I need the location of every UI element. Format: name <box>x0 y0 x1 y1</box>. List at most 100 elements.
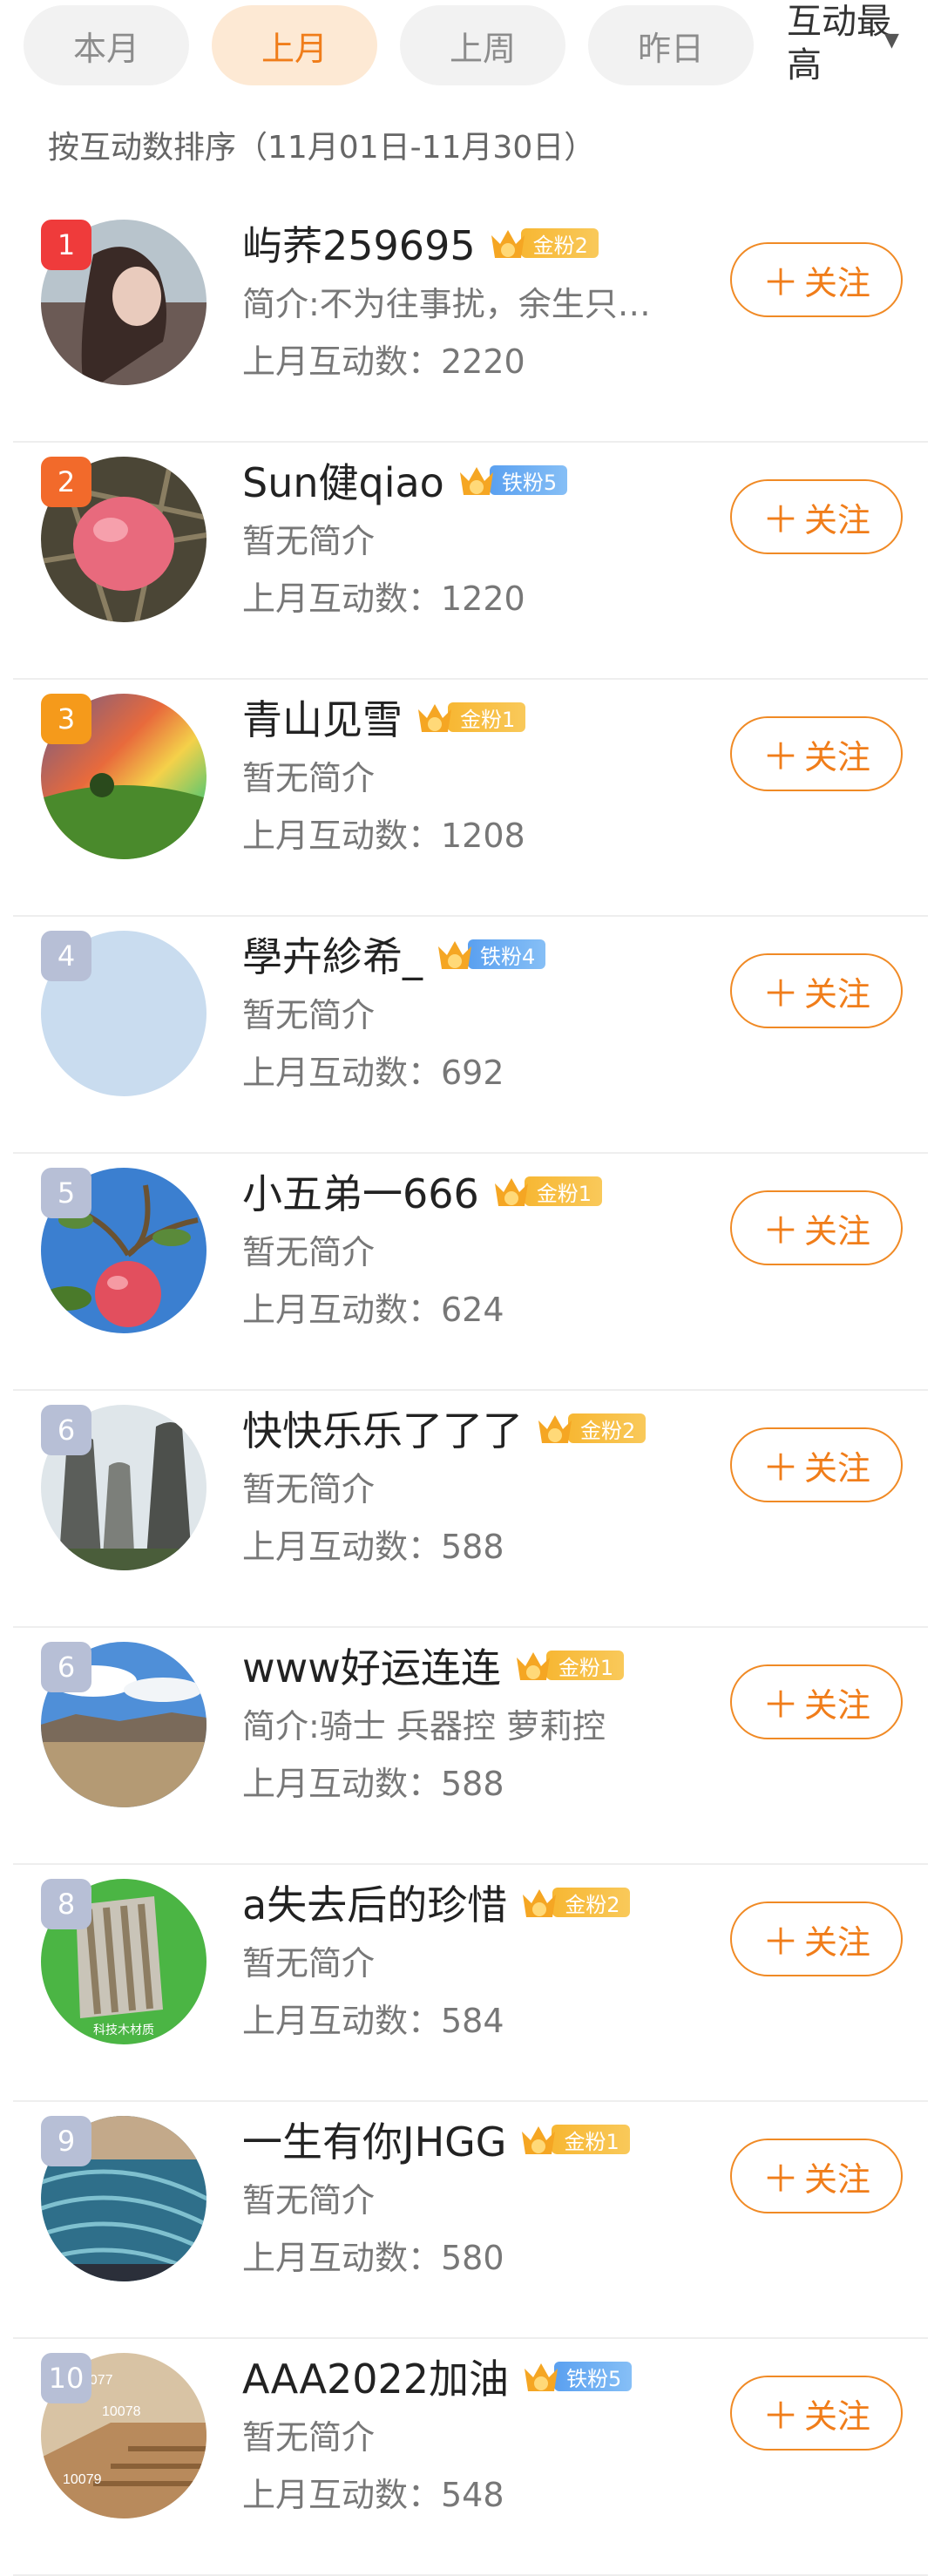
list-item[interactable]: 5 小五弟一666 金粉1 暂无简介 上月互动数：624 ＋关注 <box>0 1154 941 1391</box>
user-name[interactable]: 小五弟一666 金粉1 <box>242 1163 603 1220</box>
crown-icon <box>523 1889 557 1917</box>
follow-label: 关注 <box>804 1211 871 1251</box>
list-item[interactable]: 6 快快乐乐了了了 金粉2 暂无简介 上月互动数：588 ＋关注 <box>0 1391 941 1628</box>
follow-label: 关注 <box>804 500 871 539</box>
rank-badge: 9 <box>41 2116 91 2166</box>
avatar-caption: 科技木材质 <box>93 2023 154 2037</box>
avatar-caption: 10078 <box>102 2404 141 2419</box>
user-intro: 暂无简介 <box>242 2181 376 2220</box>
tab-yesterday[interactable]: 昨日 <box>588 5 754 85</box>
rank-badge: 4 <box>41 931 91 981</box>
user-name[interactable]: www好运连连 金粉1 <box>242 1637 625 1694</box>
tab-last-month[interactable]: 上月 <box>212 5 377 85</box>
user-intro: 简介:不为往事扰，余生只… <box>242 285 651 323</box>
follow-label: 关注 <box>804 2159 871 2199</box>
follow-button[interactable]: ＋关注 <box>730 2376 903 2451</box>
user-name[interactable]: Sun健qiao 铁粉5 <box>242 451 568 509</box>
interaction-count: 上月互动数：584 <box>242 2002 504 2040</box>
user-name-text: 小五弟一666 <box>242 1170 479 1217</box>
user-name-text: www好运连连 <box>242 1644 501 1691</box>
follow-label: 关注 <box>804 263 871 302</box>
crown-icon <box>418 704 451 732</box>
fan-level-label: 铁粉4 <box>468 939 546 969</box>
interaction-count: 上月互动数：1208 <box>242 817 525 855</box>
follow-button[interactable]: ＋关注 <box>730 1190 903 1265</box>
list-item[interactable]: 1 屿荞259695 金粉2 简介:不为往事扰，余生只… 上月互动数：2220 … <box>0 206 941 443</box>
user-intro: 暂无简介 <box>242 996 376 1034</box>
user-name-text: AAA2022加油 <box>242 2356 510 2403</box>
follow-button[interactable]: ＋关注 <box>730 953 903 1028</box>
follow-button[interactable]: ＋关注 <box>730 1664 903 1739</box>
fan-level-label: 铁粉5 <box>489 465 568 495</box>
sort-subtitle: 按互动数排序（11月01日-11月30日） <box>48 130 596 166</box>
user-intro: 简介:骑士 兵器控 萝莉控 <box>242 1707 606 1746</box>
follow-button[interactable]: ＋关注 <box>730 1901 903 1976</box>
rank-badge: 6 <box>41 1405 91 1455</box>
avatar-caption: 10079 <box>63 2472 102 2487</box>
follow-label: 关注 <box>804 737 871 776</box>
follow-button[interactable]: ＋关注 <box>730 716 903 791</box>
user-name[interactable]: 一生有你JHGG 金粉1 <box>242 2111 630 2168</box>
user-intro: 暂无简介 <box>242 2418 376 2457</box>
list-item[interactable]: 科技木材质 8 a失去后的珍惜 金粉2 暂无简介 上月互动数：584 ＋关注 <box>0 1865 941 2102</box>
sort-dropdown[interactable]: 互动最高 ▼ <box>780 0 941 96</box>
interaction-count: 上月互动数：2220 <box>242 342 525 381</box>
user-name[interactable]: AAA2022加油 铁粉5 <box>242 2348 633 2405</box>
crown-icon <box>516 1652 550 1680</box>
list-item[interactable]: 4 學卉紾希_ 铁粉4 暂无简介 上月互动数：692 ＋关注 <box>0 917 941 1154</box>
plus-icon: ＋ <box>762 2157 799 2200</box>
user-intro: 暂无简介 <box>242 759 376 797</box>
user-name-text: Sun健qiao <box>242 459 444 506</box>
follow-button[interactable]: ＋关注 <box>730 479 903 554</box>
list-item[interactable]: 6 www好运连连 金粉1 简介:骑士 兵器控 萝莉控 上月互动数：588 ＋关… <box>0 1628 941 1865</box>
interaction-count: 上月互动数：1220 <box>242 580 525 618</box>
plus-icon: ＋ <box>762 1683 799 1726</box>
user-name[interactable]: 學卉紾希_ 铁粉4 <box>242 925 546 983</box>
interaction-count: 上月互动数：624 <box>242 1291 504 1329</box>
crown-icon <box>525 2363 559 2391</box>
fan-level-badge: 铁粉5 <box>457 463 568 498</box>
user-name[interactable]: a失去后的珍惜 金粉2 <box>242 1874 631 1931</box>
follow-button[interactable]: ＋关注 <box>730 2139 903 2213</box>
follow-label: 关注 <box>804 1922 871 1962</box>
follow-button[interactable]: ＋关注 <box>730 242 903 317</box>
fan-level-badge: 铁粉4 <box>435 937 546 972</box>
fan-level-label: 金粉2 <box>568 1413 647 1443</box>
rank-badge: 5 <box>41 1168 91 1218</box>
user-name-text: a失去后的珍惜 <box>242 1881 508 1929</box>
plus-icon: ＋ <box>762 261 799 304</box>
interaction-count: 上月互动数：588 <box>242 1528 504 1566</box>
rank-badge: 10 <box>41 2353 91 2403</box>
plus-icon: ＋ <box>762 972 799 1015</box>
sort-label: 互动最高 <box>787 2 891 85</box>
plus-icon: ＋ <box>762 2394 799 2437</box>
list-item[interactable]: 9 一生有你JHGG 金粉1 暂无简介 上月互动数：580 ＋关注 <box>0 2102 941 2339</box>
fan-level-label: 金粉2 <box>520 228 599 258</box>
interaction-count: 上月互动数：588 <box>242 1765 504 1803</box>
follow-label: 关注 <box>804 2396 871 2436</box>
rank-badge: 2 <box>41 457 91 507</box>
user-intro: 暂无简介 <box>242 1233 376 1271</box>
user-intro: 暂无简介 <box>242 522 376 560</box>
plus-icon: ＋ <box>762 1446 799 1489</box>
rank-badge: 1 <box>41 220 91 270</box>
crown-icon <box>494 1178 528 1206</box>
crown-icon <box>438 941 471 969</box>
fan-level-badge: 铁粉5 <box>521 2359 633 2394</box>
interaction-count: 上月互动数：548 <box>242 2476 504 2514</box>
user-name[interactable]: 屿荞259695 金粉2 <box>242 214 599 272</box>
list-item[interactable]: 3 青山见雪 金粉1 暂无简介 上月互动数：1208 ＋关注 <box>0 680 941 917</box>
user-name[interactable]: 快快乐乐了了了 金粉2 <box>242 1400 647 1457</box>
crown-icon <box>522 2126 556 2154</box>
user-name-text: 一生有你JHGG <box>242 2118 507 2166</box>
tab-this-month[interactable]: 本月 <box>24 5 189 85</box>
crown-icon <box>459 467 493 495</box>
user-name[interactable]: 青山见雪 金粉1 <box>242 688 526 746</box>
follow-button[interactable]: ＋关注 <box>730 1427 903 1502</box>
list-item[interactable]: 2 Sun健qiao 铁粉5 暂无简介 上月互动数：1220 ＋关注 <box>0 443 941 680</box>
list-item[interactable]: 10077 10078 10079 10 AAA2022加油 铁粉5 暂无简介 … <box>0 2339 941 2576</box>
tab-last-week[interactable]: 上周 <box>400 5 565 85</box>
fan-level-label: 金粉1 <box>524 1176 603 1206</box>
fan-level-badge: 金粉1 <box>518 2122 630 2157</box>
fan-level-badge: 金粉2 <box>488 226 599 261</box>
